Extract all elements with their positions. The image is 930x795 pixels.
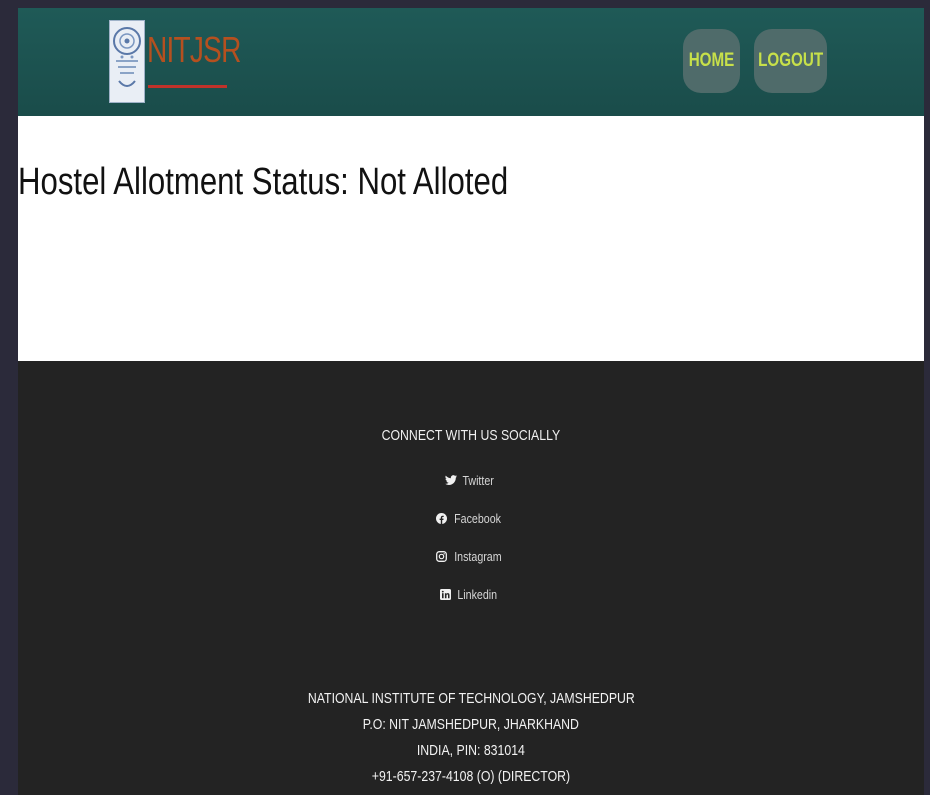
home-button[interactable]: HOME	[683, 29, 740, 93]
address-line: NATIONAL INSTITUTE OF TECHNOLOGY, JAMSHE…	[18, 686, 924, 712]
linkedin-label: Linkedin	[457, 587, 498, 602]
site-header: NITJSR HOME LOGOUT	[18, 8, 924, 116]
social-link-instagram[interactable]: Instagram	[18, 549, 924, 565]
main-content: Hostel Allotment Status: Not Alloted	[18, 116, 924, 361]
logo-text[interactable]: NITJSR	[147, 30, 241, 70]
address-line-text: NATIONAL INSTITUTE OF TECHNOLOGY, JAMSHE…	[307, 690, 635, 707]
address-line-text: P.O: NIT JAMSHEDPUR, JHARKHAND	[362, 716, 580, 733]
browser-page: NITJSR HOME LOGOUT Hostel Allotment Stat…	[18, 8, 924, 795]
allotment-status-heading: Hostel Allotment Status: Not Alloted	[18, 161, 509, 203]
address-line: INDIA, PIN: 831014	[18, 738, 924, 764]
social-link-linkedin[interactable]: Linkedin	[18, 587, 924, 603]
home-button-label: HOME	[688, 50, 735, 71]
instagram-icon	[435, 550, 447, 565]
logo-underline	[148, 85, 227, 88]
social-link-twitter[interactable]: Twitter	[18, 473, 924, 489]
connect-title: CONNECT WITH US SOCIALLY	[18, 427, 924, 444]
twitter-icon	[444, 474, 457, 489]
connect-title-text: CONNECT WITH US SOCIALLY	[381, 427, 561, 444]
address-line-text: +91-657-237-4108 (O) (DIRECTOR)	[371, 768, 571, 785]
address-line-text: INDIA, PIN: 831014	[416, 742, 526, 759]
address-line: P.O: NIT JAMSHEDPUR, JHARKHAND	[18, 712, 924, 738]
logout-button-label: LOGOUT	[757, 50, 824, 71]
social-link-facebook[interactable]: Facebook	[18, 511, 924, 527]
facebook-icon	[435, 512, 447, 527]
facebook-label: Facebook	[454, 511, 501, 526]
twitter-label: Twitter	[462, 473, 494, 488]
institute-emblem-logo[interactable]	[109, 20, 145, 103]
address-line: +91-657-237-4108 (O) (DIRECTOR)	[18, 764, 924, 790]
instagram-label: Instagram	[453, 549, 502, 564]
linkedin-icon	[440, 588, 452, 603]
institute-address: NATIONAL INSTITUTE OF TECHNOLOGY, JAMSHE…	[18, 686, 924, 790]
site-footer: CONNECT WITH US SOCIALLY Twitter Faceboo…	[18, 361, 924, 795]
logout-button[interactable]: LOGOUT	[754, 29, 827, 93]
